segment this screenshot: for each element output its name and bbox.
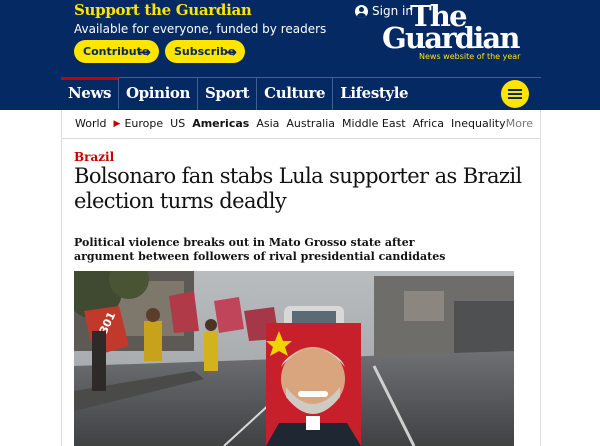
subscribe-button[interactable]: Subscribe → (165, 40, 245, 63)
article-standfirst: Political violence breaks out in Mato Gr… (74, 236, 446, 263)
hamburger-icon (508, 93, 522, 95)
nav-item-culture[interactable]: Culture (257, 78, 334, 110)
subnav-item-us[interactable]: US (170, 117, 185, 130)
arrow-right-icon: → (224, 43, 237, 61)
subnav-item-africa[interactable]: Africa (413, 117, 444, 130)
subnav-item-americas[interactable]: Americas (192, 117, 249, 130)
photo-illustration: 1301 (74, 271, 514, 446)
logo-guardian[interactable]: Guardian (382, 22, 520, 54)
hamburger-icon (508, 89, 522, 91)
sign-in-label: Sign in (372, 4, 413, 18)
subnav-more[interactable]: More (506, 117, 533, 130)
article-photo: 1301 (74, 271, 514, 446)
nav-item-lifestyle[interactable]: Lifestyle (333, 78, 415, 110)
contribute-button[interactable]: Contribute → (74, 40, 159, 63)
triangle-right-icon: ▶ (113, 118, 121, 129)
support-title: Support the Guardian (74, 1, 252, 19)
article-headline: Bolsonaro fan stabs Lula supporter as Br… (74, 164, 522, 213)
nav-item-news[interactable]: News (61, 77, 120, 109)
subnav-item-australia[interactable]: Australia (286, 117, 335, 130)
sign-in-link[interactable]: Sign in (355, 4, 413, 18)
sub-nav: World ▶ Europe US Americas Asia Australi… (61, 110, 541, 139)
nav-item-opinion[interactable]: Opinion (119, 78, 198, 110)
user-icon (355, 4, 368, 18)
primary-nav: News Opinion Sport Culture Lifestyle (61, 77, 541, 110)
subnav-item-asia[interactable]: Asia (256, 117, 279, 130)
hamburger-icon (508, 97, 522, 99)
nav-item-sport[interactable]: Sport (198, 78, 258, 110)
arrow-right-icon: → (138, 43, 151, 61)
support-subtitle: Available for everyone, funded by reader… (74, 22, 327, 36)
menu-button[interactable] (501, 80, 529, 108)
subnav-item-inequality[interactable]: Inequality (451, 117, 506, 130)
subnav-world[interactable]: World (75, 117, 107, 130)
article-kicker[interactable]: Brazil (74, 150, 114, 164)
subnav-item-europe[interactable]: Europe (124, 117, 163, 130)
logo-tagline: News website of the year (419, 52, 521, 61)
subnav-item-middle-east[interactable]: Middle East (342, 117, 406, 130)
